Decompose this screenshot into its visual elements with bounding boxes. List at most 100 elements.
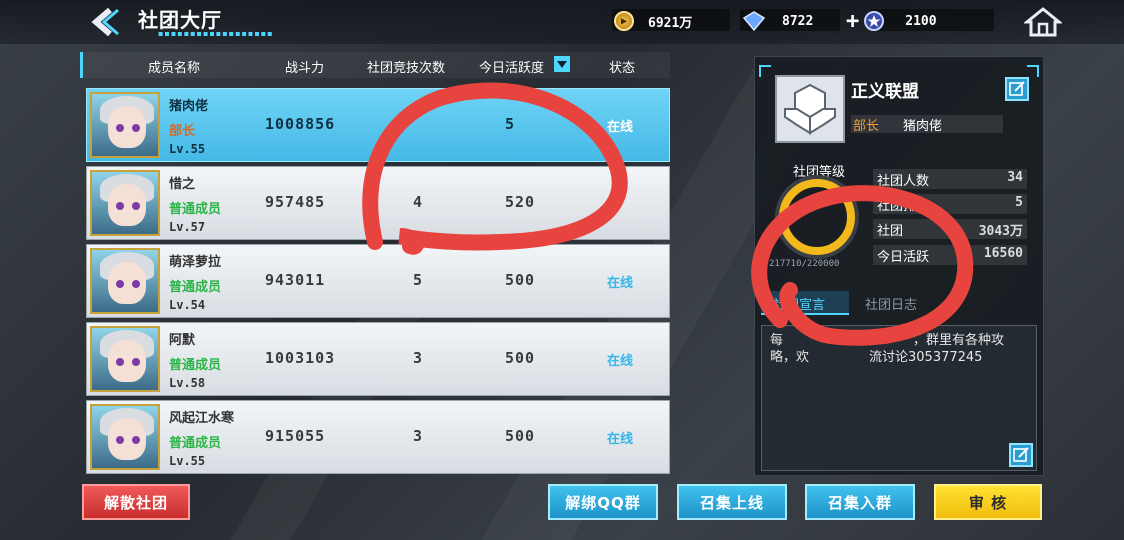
member-rank: 普通成员 [169, 202, 222, 217]
member-table-header: 成员名称 战斗力 社团竞技次数 今日活跃度 状态 [80, 52, 670, 78]
review-button[interactable]: 审 核 [934, 484, 1042, 520]
leader-name: 猪肉佬 [903, 119, 943, 134]
avatar-eye [132, 436, 140, 444]
avatar-eye [132, 280, 140, 288]
chevron-left-icon [91, 7, 119, 37]
gold-coin-icon: ▶ [614, 11, 634, 31]
member-rank: 普通成员 [169, 280, 222, 295]
member-avatar [90, 326, 160, 392]
avatar-eye [132, 202, 140, 210]
tab-declaration[interactable]: 社团宣言 [761, 291, 849, 315]
member-level: Lv.58 [169, 376, 206, 390]
member-level: Lv.57 [169, 220, 206, 234]
member-row[interactable]: 惜之 普通成员 Lv.57 957485 4 520 [86, 166, 670, 240]
member-power: 957485 [265, 193, 326, 211]
stat-club-rank: 社团排名 5 [873, 194, 1027, 214]
member-avatar [90, 170, 160, 236]
member-level: Lv.55 [169, 454, 206, 468]
avatar-face [108, 340, 146, 382]
ticket-value: 2100 [905, 13, 937, 29]
member-power: 943011 [265, 271, 326, 289]
member-level: Lv.55 [169, 142, 206, 156]
page-subtitle-decoration: ▪▪▪▪▪▪▪▪▪▪▪▪▪▪▪▪▪▪ [158, 29, 274, 38]
gold-display: ▶ 6921万 [614, 10, 692, 32]
member-arena-count: 5 [413, 271, 424, 289]
avatar-face [108, 418, 146, 460]
stat-member-count: 社团人数 34 [873, 169, 1027, 189]
panel-corner [759, 65, 771, 77]
avatar-eye [116, 124, 124, 132]
member-activity: 520 [505, 193, 536, 211]
summon-online-button[interactable]: 召集上线 [677, 484, 787, 520]
star-token-icon [864, 11, 885, 31]
club-emblem [775, 75, 845, 143]
club-info-panel: 正义联盟 部长 猪肉佬 社团等级 217710/220000 社团人数 34 社… [754, 56, 1044, 476]
col-activity[interactable]: 今日活跃度 [479, 57, 544, 76]
edit-icon [1013, 447, 1029, 462]
club-declaration-text: 每，群里有各种攻 略，欢 流讨论305377245 [761, 325, 1037, 471]
edit-declaration-button[interactable] [1009, 443, 1033, 467]
panel-corner [1027, 65, 1039, 77]
member-avatar [90, 248, 160, 314]
avatar-eye [116, 202, 124, 210]
member-row[interactable]: 萌泽萝拉 普通成员 Lv.54 943011 5 500 在线 [86, 244, 670, 318]
avatar-eye [132, 124, 140, 132]
member-row[interactable]: 风起江水寒 普通成员 Lv.55 915055 3 500 在线 [86, 400, 670, 474]
hexagon-emblem-icon [784, 83, 836, 135]
member-arena-count: 3 [413, 427, 424, 445]
summon-join-button[interactable]: 召集入群 [805, 484, 915, 520]
back-button[interactable] [88, 6, 122, 38]
club-level-label: 社团等级 [793, 165, 846, 180]
gold-value: 6921万 [648, 15, 693, 31]
member-name: 萌泽萝拉 [169, 255, 222, 270]
home-icon [1022, 7, 1064, 37]
member-power: 1003103 [265, 349, 336, 367]
col-power: 战斗力 [285, 61, 325, 76]
avatar-eye [116, 436, 124, 444]
edit-club-button[interactable] [1005, 77, 1029, 101]
member-arena-count: 4 [413, 193, 424, 211]
tab-log[interactable]: 社团日志 [853, 291, 941, 315]
edit-icon [1009, 81, 1025, 96]
member-status: 在线 [607, 354, 634, 369]
avatar-face [108, 106, 146, 148]
member-activity: 5 [505, 115, 516, 133]
member-row[interactable]: 阿默 普通成员 Lv.58 1003103 3 500 在线 [86, 322, 670, 396]
avatar-eye [116, 358, 124, 366]
avatar-face [108, 262, 146, 304]
stat-club-power: 社团 3043万 [873, 219, 1027, 239]
col-arena-count: 社团竞技次数 [367, 61, 446, 76]
avatar-eye [132, 358, 140, 366]
avatar-eye [116, 280, 124, 288]
add-ticket-icon[interactable]: + [846, 9, 859, 34]
member-power: 1008856 [265, 115, 336, 133]
member-status: 在线 [607, 276, 634, 291]
member-arena-count: 3 [413, 349, 424, 367]
col-member-name: 成员名称 [148, 61, 201, 76]
disband-club-button[interactable]: 解散社团 [82, 484, 190, 520]
avatar-face [108, 184, 146, 226]
member-row[interactable]: 猪肉佬 部长 Lv.55 1008856 5 在线 [86, 88, 670, 162]
member-level: Lv.54 [169, 298, 206, 312]
member-name: 风起江水寒 [169, 411, 235, 426]
member-rank: 普通成员 [169, 358, 222, 373]
member-avatar [90, 92, 160, 158]
member-rank: 部长 [169, 124, 196, 139]
gem-display: 8722 [740, 10, 813, 32]
member-rank: 普通成员 [169, 436, 222, 451]
unbind-qq-group-button[interactable]: 解绑QQ群 [548, 484, 658, 520]
ticket-display: + 2100 [846, 9, 937, 34]
col-status: 状态 [609, 61, 636, 76]
leader-label: 部长 [853, 119, 880, 134]
home-button[interactable] [1022, 6, 1064, 38]
sort-dropdown-icon[interactable] [554, 56, 570, 72]
club-leader-row: 部长 猪肉佬 [851, 115, 1003, 134]
gem-icon [742, 11, 766, 32]
club-level-ring [779, 179, 855, 255]
member-activity: 500 [505, 271, 536, 289]
member-avatar [90, 404, 160, 470]
gem-value: 8722 [782, 13, 814, 29]
member-name: 猪肉佬 [169, 99, 209, 114]
member-activity: 500 [505, 349, 536, 367]
member-name: 惜之 [169, 177, 196, 192]
